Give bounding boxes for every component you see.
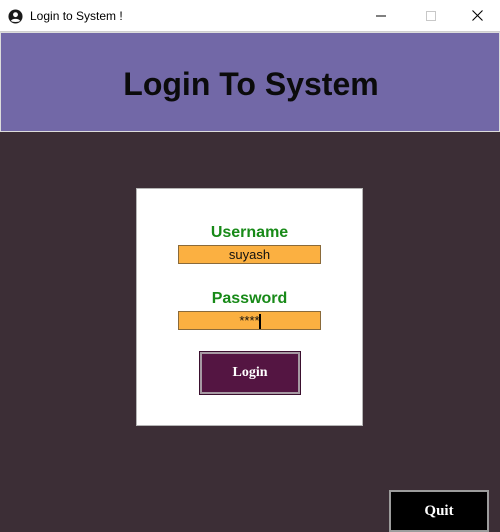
maximize-icon [426,10,436,21]
quit-button[interactable]: Quit [389,490,489,532]
text-cursor [259,314,261,329]
username-label: Username [210,224,289,241]
page-title: Login To System [123,66,379,102]
minimize-button[interactable] [358,0,404,31]
maximize-button [408,0,454,31]
login-button[interactable]: Login [199,351,301,395]
username-input[interactable] [178,245,321,264]
close-icon [471,10,483,21]
close-button[interactable] [454,0,500,31]
minimize-icon [376,15,386,16]
password-label: Password [211,290,288,307]
header-banner: Login To System [0,32,500,132]
user-circle-icon [8,9,23,24]
login-panel: Username Password Login [136,188,363,426]
window-title: Login to System ! [30,9,123,23]
title-bar: Login to System ! [0,0,500,32]
password-input[interactable] [178,311,321,330]
